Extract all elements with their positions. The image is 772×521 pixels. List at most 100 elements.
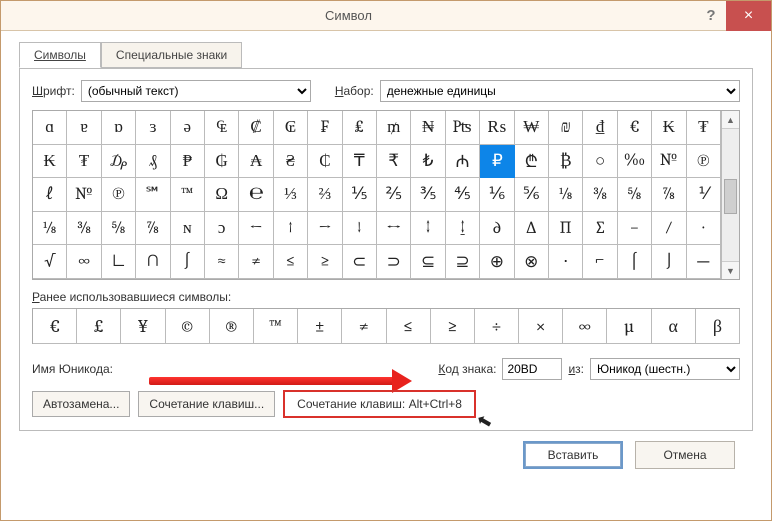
symbol-cell[interactable]: ⌠ bbox=[618, 245, 652, 279]
symbol-cell[interactable]: ⅞ bbox=[652, 178, 686, 212]
symbol-cell[interactable]: ₹ bbox=[377, 145, 411, 179]
symbol-grid[interactable]: ɑɐɒɜə₠₡₢₣₤₥₦₧₨₩₪₫€₭₮₭₮₯₰₱₲₳₴₵₸₹₺₼₽₾₿○‰№℗… bbox=[33, 111, 721, 279]
symbol-cell[interactable]: ₨ bbox=[480, 111, 514, 145]
symbol-cell[interactable]: ₭ bbox=[652, 111, 686, 145]
symbol-cell[interactable]: ∑ bbox=[583, 212, 617, 246]
symbol-cell[interactable]: ₼ bbox=[446, 145, 480, 179]
symbol-cell[interactable]: ɒ bbox=[102, 111, 136, 145]
symbol-cell[interactable]: ⋅ bbox=[549, 245, 583, 279]
symbol-cell[interactable]: ₮ bbox=[687, 111, 721, 145]
scroll-thumb[interactable] bbox=[724, 179, 737, 214]
from-combo[interactable]: Юникод (шестн.) bbox=[590, 358, 740, 380]
recent-symbol-cell[interactable]: ≤ bbox=[387, 309, 431, 344]
help-button[interactable]: ? bbox=[696, 1, 726, 31]
insert-button[interactable]: Вставить bbox=[523, 441, 623, 469]
recent-symbol-cell[interactable]: ∞ bbox=[563, 309, 607, 344]
symbol-cell[interactable]: − bbox=[618, 212, 652, 246]
cancel-button[interactable]: Отмена bbox=[635, 441, 735, 469]
symbol-cell[interactable]: ₱ bbox=[171, 145, 205, 179]
symbol-cell[interactable]: ₺ bbox=[411, 145, 445, 179]
symbol-cell[interactable]: ─ bbox=[687, 245, 721, 279]
symbol-cell[interactable]: ℗ bbox=[687, 145, 721, 179]
symbol-cell[interactable]: ₫ bbox=[583, 111, 617, 145]
symbol-cell[interactable]: ɜ bbox=[136, 111, 170, 145]
symbol-cell[interactable]: ↕ bbox=[411, 212, 445, 246]
scroll-up-icon[interactable]: ▲ bbox=[722, 111, 739, 129]
symbol-cell[interactable]: ← bbox=[239, 212, 273, 246]
symbol-cell[interactable]: ₠ bbox=[205, 111, 239, 145]
symbol-cell[interactable]: ₪ bbox=[549, 111, 583, 145]
symbol-cell[interactable]: ₿ bbox=[549, 145, 583, 179]
symbol-cell[interactable]: ℗ bbox=[102, 178, 136, 212]
symbol-cell[interactable]: ≠ bbox=[239, 245, 273, 279]
symbol-cell[interactable]: ⅝ bbox=[102, 212, 136, 246]
symbol-cell[interactable]: ɔ bbox=[205, 212, 239, 246]
symbol-cell[interactable]: ₤ bbox=[343, 111, 377, 145]
symbol-cell[interactable]: ⅜ bbox=[67, 212, 101, 246]
recent-symbol-cell[interactable]: ™ bbox=[254, 309, 298, 344]
symbol-cell[interactable]: Ω bbox=[205, 178, 239, 212]
symbol-cell[interactable]: ∏ bbox=[549, 212, 583, 246]
symbol-cell[interactable]: ɴ bbox=[171, 212, 205, 246]
symbol-cell[interactable]: ₣ bbox=[308, 111, 342, 145]
scroll-down-icon[interactable]: ▼ bbox=[722, 261, 739, 279]
symbol-cell[interactable]: ₢ bbox=[274, 111, 308, 145]
symbol-cell[interactable]: ₩ bbox=[515, 111, 549, 145]
recent-symbol-cell[interactable]: α bbox=[652, 309, 696, 344]
symbol-cell[interactable]: ɐ bbox=[67, 111, 101, 145]
symbol-cell[interactable]: ⅓ bbox=[274, 178, 308, 212]
symbol-cell[interactable]: ℠ bbox=[136, 178, 170, 212]
char-code-input[interactable] bbox=[502, 358, 562, 380]
symbol-cell[interactable]: ⊇ bbox=[446, 245, 480, 279]
symbol-cell[interactable]: ⅖ bbox=[377, 178, 411, 212]
autocorrect-button[interactable]: Автозамена... bbox=[32, 391, 130, 417]
symbol-cell[interactable]: ‰ bbox=[618, 145, 652, 179]
font-combo[interactable]: (обычный текст) bbox=[81, 80, 311, 102]
symbol-cell[interactable]: ↨ bbox=[446, 212, 480, 246]
symbol-cell[interactable]: ⅛ bbox=[33, 212, 67, 246]
symbol-cell[interactable]: ⅝ bbox=[618, 178, 652, 212]
symbol-cell[interactable]: ₾ bbox=[515, 145, 549, 179]
symbol-cell[interactable]: ⊗ bbox=[515, 245, 549, 279]
symbol-cell[interactable]: ⅞ bbox=[136, 212, 170, 246]
symbol-cell[interactable]: ℮ bbox=[239, 178, 273, 212]
symbol-cell[interactable]: ⅟ bbox=[687, 178, 721, 212]
symbol-cell[interactable]: ⌡ bbox=[652, 245, 686, 279]
symbol-cell[interactable]: ⅛ bbox=[549, 178, 583, 212]
recent-symbol-cell[interactable]: ± bbox=[298, 309, 342, 344]
recent-symbol-cell[interactable]: ¥ bbox=[121, 309, 165, 344]
subset-combo[interactable]: денежные единицы bbox=[380, 80, 740, 102]
tab-symbols[interactable]: Символы bbox=[19, 42, 101, 68]
symbol-cell[interactable]: ⅘ bbox=[446, 178, 480, 212]
symbol-cell[interactable]: ∟ bbox=[102, 245, 136, 279]
symbol-cell[interactable]: ⊕ bbox=[480, 245, 514, 279]
symbol-cell[interactable]: ₧ bbox=[446, 111, 480, 145]
recent-symbol-cell[interactable]: £ bbox=[77, 309, 121, 344]
recent-symbol-cell[interactable]: β bbox=[696, 309, 740, 344]
symbol-cell[interactable]: ⅔ bbox=[308, 178, 342, 212]
scroll-track[interactable] bbox=[722, 129, 739, 261]
recent-symbol-cell[interactable]: × bbox=[519, 309, 563, 344]
symbol-cell[interactable]: ⅕ bbox=[343, 178, 377, 212]
symbol-cell[interactable]: № bbox=[67, 178, 101, 212]
recent-symbol-cell[interactable]: © bbox=[166, 309, 210, 344]
symbol-cell[interactable]: € bbox=[618, 111, 652, 145]
symbol-cell[interactable]: ↔ bbox=[377, 212, 411, 246]
symbol-cell[interactable]: ≥ bbox=[308, 245, 342, 279]
shortcut-key-button[interactable]: Сочетание клавиш... bbox=[138, 391, 275, 417]
grid-scrollbar[interactable]: ▲ ▼ bbox=[721, 111, 739, 279]
symbol-cell[interactable]: ə bbox=[171, 111, 205, 145]
symbol-cell[interactable]: ⅚ bbox=[515, 178, 549, 212]
recent-symbol-cell[interactable]: ÷ bbox=[475, 309, 519, 344]
symbol-cell[interactable]: ∙ bbox=[687, 212, 721, 246]
symbol-cell[interactable]: ₴ bbox=[274, 145, 308, 179]
recent-symbol-cell[interactable]: ≠ bbox=[342, 309, 386, 344]
symbol-cell[interactable]: ∕ bbox=[652, 212, 686, 246]
tab-special-chars[interactable]: Специальные знаки bbox=[101, 42, 242, 68]
symbol-cell[interactable]: № bbox=[652, 145, 686, 179]
symbol-cell[interactable]: ₮ bbox=[67, 145, 101, 179]
symbol-cell[interactable]: √ bbox=[33, 245, 67, 279]
symbol-cell[interactable]: ₥ bbox=[377, 111, 411, 145]
symbol-cell[interactable]: ↑ bbox=[274, 212, 308, 246]
recent-symbol-cell[interactable]: ® bbox=[210, 309, 254, 344]
